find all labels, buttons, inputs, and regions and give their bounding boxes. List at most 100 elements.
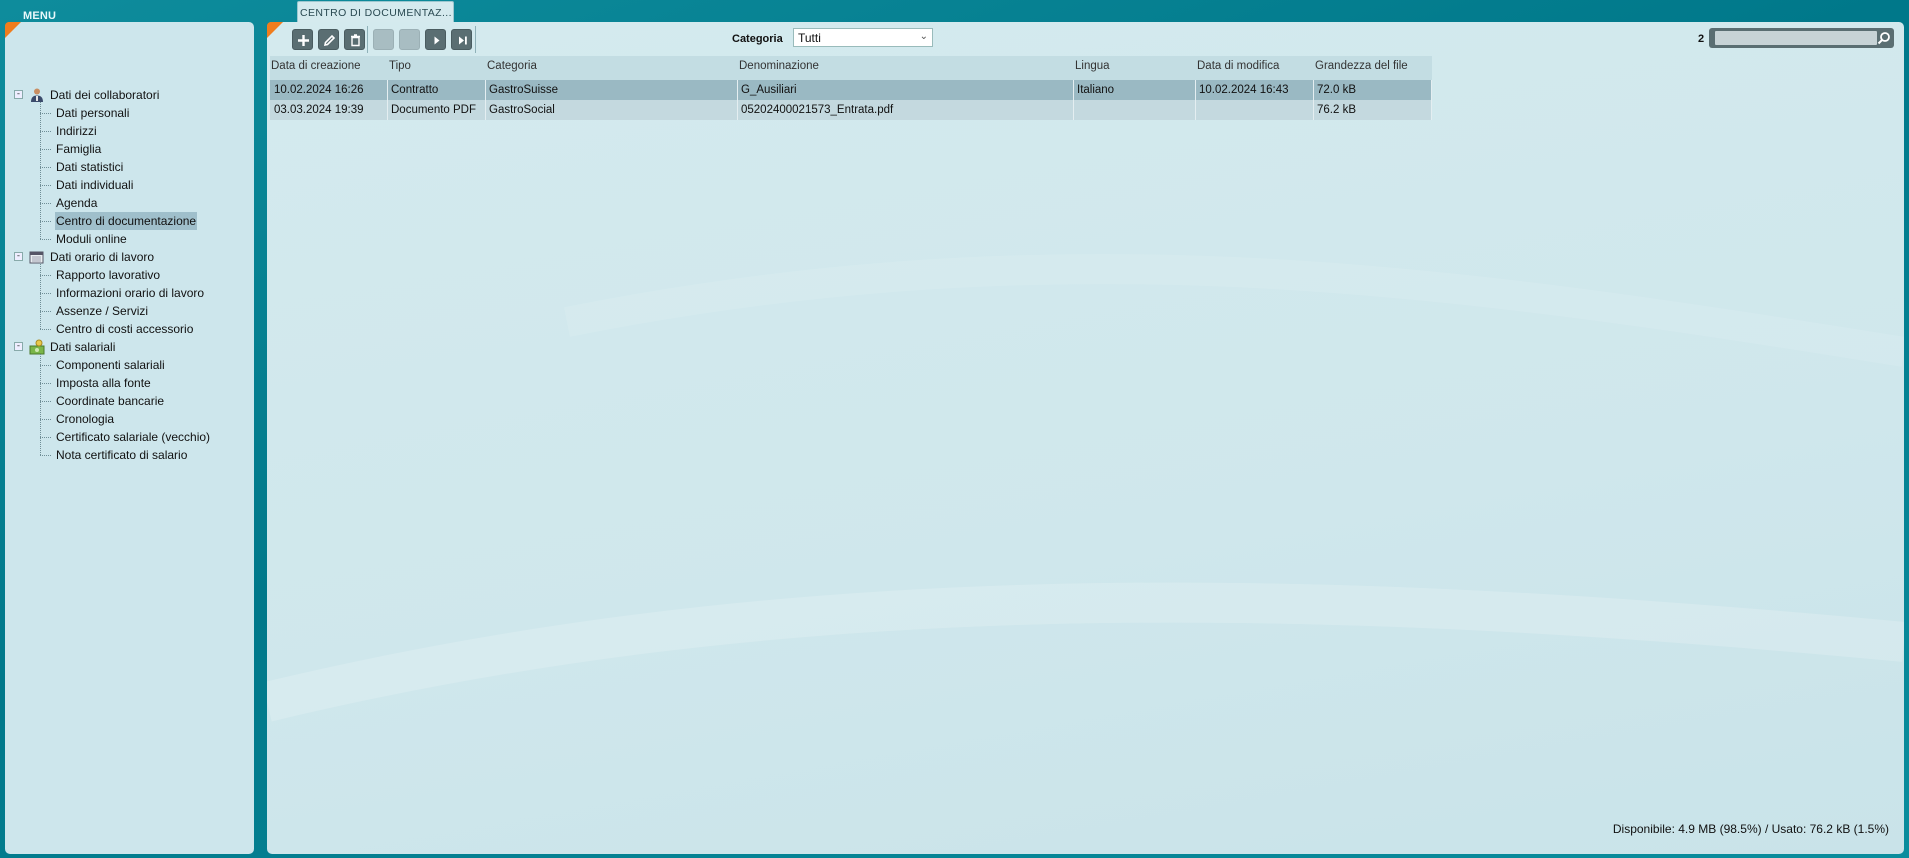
category-select[interactable]: Tutti ⌄ [793, 28, 933, 47]
tree-item[interactable]: Agenda [14, 194, 244, 212]
toolbar-separator [367, 26, 368, 53]
tree-connector [40, 383, 51, 384]
search-input[interactable] [1715, 31, 1877, 45]
table-row[interactable]: 03.03.2024 19:39 Documento PDF GastroSocia… [270, 100, 1432, 120]
search-box [1709, 28, 1894, 48]
next-page-icon [434, 36, 440, 45]
tree-item[interactable]: Moduli online [14, 230, 244, 248]
column-header[interactable]: Lingua [1075, 60, 1110, 72]
tree-item-label: Assenze / Servizi [56, 304, 149, 318]
menu-title: MENU [23, 10, 57, 22]
grid-header: Data di creazione Tipo Categoria Denominazi… [270, 56, 1432, 80]
tree-item-label: Indirizzi [56, 124, 97, 138]
tree-item[interactable]: Assenze / Servizi [14, 302, 244, 320]
tree-connector [40, 167, 51, 168]
documents-grid: Data di creazione Tipo Categoria Denominazi… [270, 56, 1432, 120]
table-cell: 76.2 kB [1314, 100, 1432, 120]
delete-icon [351, 34, 360, 47]
tree-item-label: Informazioni orario di lavoro [56, 286, 205, 300]
tree-item[interactable]: Imposta alla fonte [14, 374, 244, 392]
table-cell: 03.03.2024 19:39 [270, 100, 388, 120]
column-header[interactable]: Data di modifica [1197, 60, 1279, 72]
tree-group-2[interactable]: - Dati salariali [14, 338, 244, 356]
table-cell: Documento PDF [388, 100, 486, 120]
column-header[interactable]: Data di creazione [271, 60, 361, 72]
tree-item[interactable]: Centro di costi accessorio [14, 320, 244, 338]
tree-item-label: Dati statistici [56, 160, 124, 174]
add-button[interactable] [292, 29, 313, 50]
tree-item[interactable]: Coordinate bancarie [14, 392, 244, 410]
tree-item[interactable]: Indirizzi [14, 122, 244, 140]
tree-group-1[interactable]: - Dati orario di lavoro [14, 248, 244, 266]
column-header[interactable]: Denominazione [739, 60, 819, 72]
column-header[interactable]: Categoria [487, 60, 537, 72]
next-page-button[interactable] [425, 29, 446, 50]
tree-connector [40, 102, 41, 239]
toolbar-separator [475, 26, 476, 53]
search-icon[interactable] [1877, 31, 1891, 45]
tree-connector [40, 329, 51, 330]
tree-item[interactable]: Rapporto lavorativo [14, 266, 244, 284]
chevron-down-icon: ⌄ [919, 31, 928, 42]
edit-icon [323, 34, 336, 47]
tree-item[interactable]: Nota certificato di salario [14, 446, 244, 464]
tree-connector [40, 113, 51, 114]
tree-item[interactable]: Dati personali [14, 104, 244, 122]
tree-item-label: Dati individuali [56, 178, 134, 192]
delete-button[interactable] [344, 29, 365, 50]
grid-body: 10.02.2024 16:26 Contratto GastroSuisse G_A… [270, 80, 1432, 120]
tree-item[interactable]: Informazioni orario di lavoro [14, 284, 244, 302]
table-cell: 10.02.2024 16:43 [1196, 80, 1314, 100]
tree-group-0[interactable]: - Dati dei collaboratori [14, 86, 244, 104]
previous-page-button[interactable] [399, 29, 420, 50]
tree-group-label: Dati orario di lavoro [50, 250, 155, 264]
background-swoosh [267, 254, 1904, 722]
corner-marker [267, 22, 283, 38]
table-cell [1196, 100, 1314, 120]
tree-connector [40, 419, 51, 420]
tree-connector [40, 437, 51, 438]
table-cell: 05202400021573_Entrata.pdf [738, 100, 1074, 120]
tree-item-label: Componenti salariali [56, 358, 165, 372]
collapse-icon[interactable]: - [14, 342, 23, 351]
tree-item-label: Rapporto lavorativo [56, 268, 161, 282]
tree-item-label: Moduli online [56, 232, 127, 246]
money-icon [29, 339, 45, 355]
table-cell: 72.0 kB [1314, 80, 1432, 100]
collapse-icon[interactable]: - [14, 90, 23, 99]
last-page-icon [459, 36, 467, 45]
tree-item[interactable]: Certificato salariale (vecchio) [14, 428, 244, 446]
tab-centro-documentazione[interactable]: CENTRO DI DOCUMENTAZ... [297, 1, 454, 22]
last-page-button[interactable] [451, 29, 472, 50]
table-cell: Italiano [1074, 80, 1196, 100]
tree-item[interactable]: Componenti salariali [14, 356, 244, 374]
tree-item-label: Agenda [56, 196, 98, 210]
column-header[interactable]: Grandezza del file [1315, 60, 1408, 72]
tree-item-label: Centro di costi accessorio [56, 322, 194, 336]
tree-connector [40, 264, 41, 329]
column-header[interactable]: Tipo [389, 60, 411, 72]
tree-group-label: Dati dei collaboratori [50, 88, 160, 102]
category-select-value: Tutti [798, 31, 821, 45]
tree-item-label: Coordinate bancarie [56, 394, 165, 408]
tree-connector [40, 239, 51, 240]
tree-item[interactable]: Famiglia [14, 140, 244, 158]
tree-group-label: Dati salariali [50, 340, 116, 354]
record-count: 2 [1698, 33, 1705, 45]
main-panel [267, 22, 1904, 854]
person-icon [29, 87, 45, 103]
calendar-icon [29, 249, 45, 265]
collapse-icon[interactable]: - [14, 252, 23, 261]
tree-item-label: Cronologia [56, 412, 115, 426]
tree-item[interactable]: Centro di documentazione [14, 212, 244, 230]
tree-item[interactable]: Cronologia [14, 410, 244, 428]
table-cell: G_Ausiliari [738, 80, 1074, 100]
edit-button[interactable] [318, 29, 339, 50]
tree-item[interactable]: Dati statistici [14, 158, 244, 176]
table-cell: GastroSuisse [486, 80, 738, 100]
tree-item-label: Certificato salariale (vecchio) [56, 430, 211, 444]
table-cell: GastroSocial [486, 100, 738, 120]
first-page-button[interactable] [373, 29, 394, 50]
tree-item[interactable]: Dati individuali [14, 176, 244, 194]
table-row[interactable]: 10.02.2024 16:26 Contratto GastroSuisse G_A… [270, 80, 1432, 100]
